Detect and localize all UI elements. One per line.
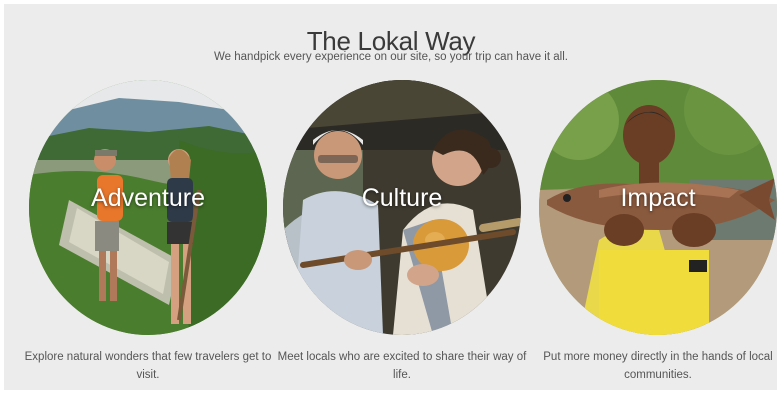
culture-photo[interactable]: Culture (283, 80, 521, 335)
section-subtitle: We handpick every experience on our site… (214, 51, 568, 63)
adventure-photo[interactable]: Adventure (29, 80, 267, 335)
card-label: Adventure (91, 184, 205, 212)
card-culture[interactable]: Culture Meet locals who are excited to s… (278, 80, 526, 381)
card-description: Explore natural wonders that few travele… (24, 351, 272, 381)
card-label: Culture (361, 184, 443, 212)
card-impact[interactable]: Impact Put more money directly in the ha… (539, 80, 779, 381)
impact-photo[interactable]: Impact (539, 80, 777, 335)
card-description: Put more money directly in the hands of … (543, 351, 773, 381)
card-description: Meet locals who are excited to share the… (277, 351, 527, 381)
card-adventure[interactable]: Adventure Explore natural wonders that f… (25, 80, 271, 381)
card-label: Impact (620, 184, 696, 212)
